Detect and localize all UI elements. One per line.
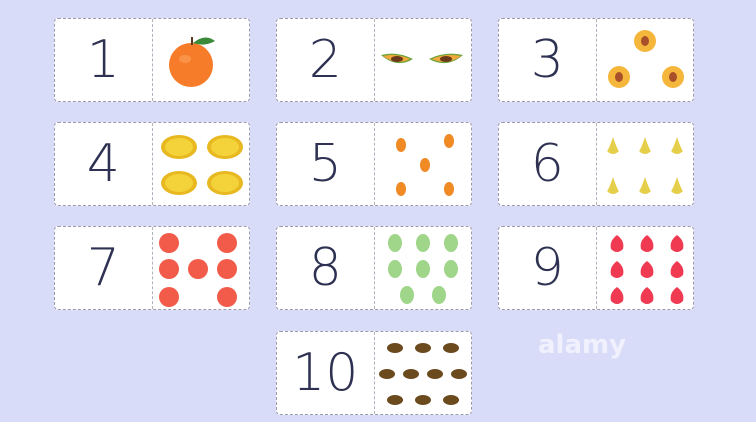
- number-5: 5: [277, 123, 375, 205]
- number-10: 10: [277, 332, 375, 414]
- card-9: 9: [498, 226, 694, 310]
- number-3: 3: [499, 19, 597, 101]
- mango-icon: [160, 135, 243, 195]
- card-6: 6: [498, 122, 694, 206]
- card-7: 7: [54, 226, 250, 310]
- papaya-icon: [380, 53, 463, 64]
- number-6: 6: [499, 123, 597, 205]
- fruit-cell-10: [375, 332, 472, 414]
- feijoa-icon: [378, 343, 467, 405]
- pear-icon: [606, 137, 683, 194]
- card-3: 3: [498, 18, 694, 102]
- card-2: 2: [276, 18, 472, 102]
- card-4: 4: [54, 122, 250, 206]
- apricot-icon: [395, 134, 454, 196]
- card-5: 5: [276, 122, 472, 206]
- fruit-cell-9: [597, 227, 694, 309]
- number-8: 8: [277, 227, 375, 309]
- card-10: 10: [276, 331, 472, 415]
- number-9: 9: [499, 227, 597, 309]
- fruit-cell-3: [597, 19, 694, 101]
- number-2: 2: [277, 19, 375, 101]
- number-4: 4: [55, 123, 153, 205]
- fruit-cell-2: [375, 19, 472, 101]
- tangerine-icon: [168, 37, 215, 87]
- grapefruit-icon: [158, 233, 237, 307]
- card-1: 1: [54, 18, 250, 102]
- number-7: 7: [55, 227, 153, 309]
- watermark: alamy: [538, 330, 627, 360]
- fruit-cell-8: [375, 227, 472, 309]
- peach-icon: [607, 30, 684, 88]
- fruit-cell-7: [153, 227, 250, 309]
- fruit-cell-6: [597, 123, 694, 205]
- number-1: 1: [55, 19, 153, 101]
- card-8: 8: [276, 226, 472, 310]
- melon-icon: [387, 234, 458, 304]
- fruit-cell-4: [153, 123, 250, 205]
- fruit-cell-1: [153, 19, 250, 101]
- strawberry-icon: [610, 235, 683, 304]
- fruit-cell-5: [375, 123, 472, 205]
